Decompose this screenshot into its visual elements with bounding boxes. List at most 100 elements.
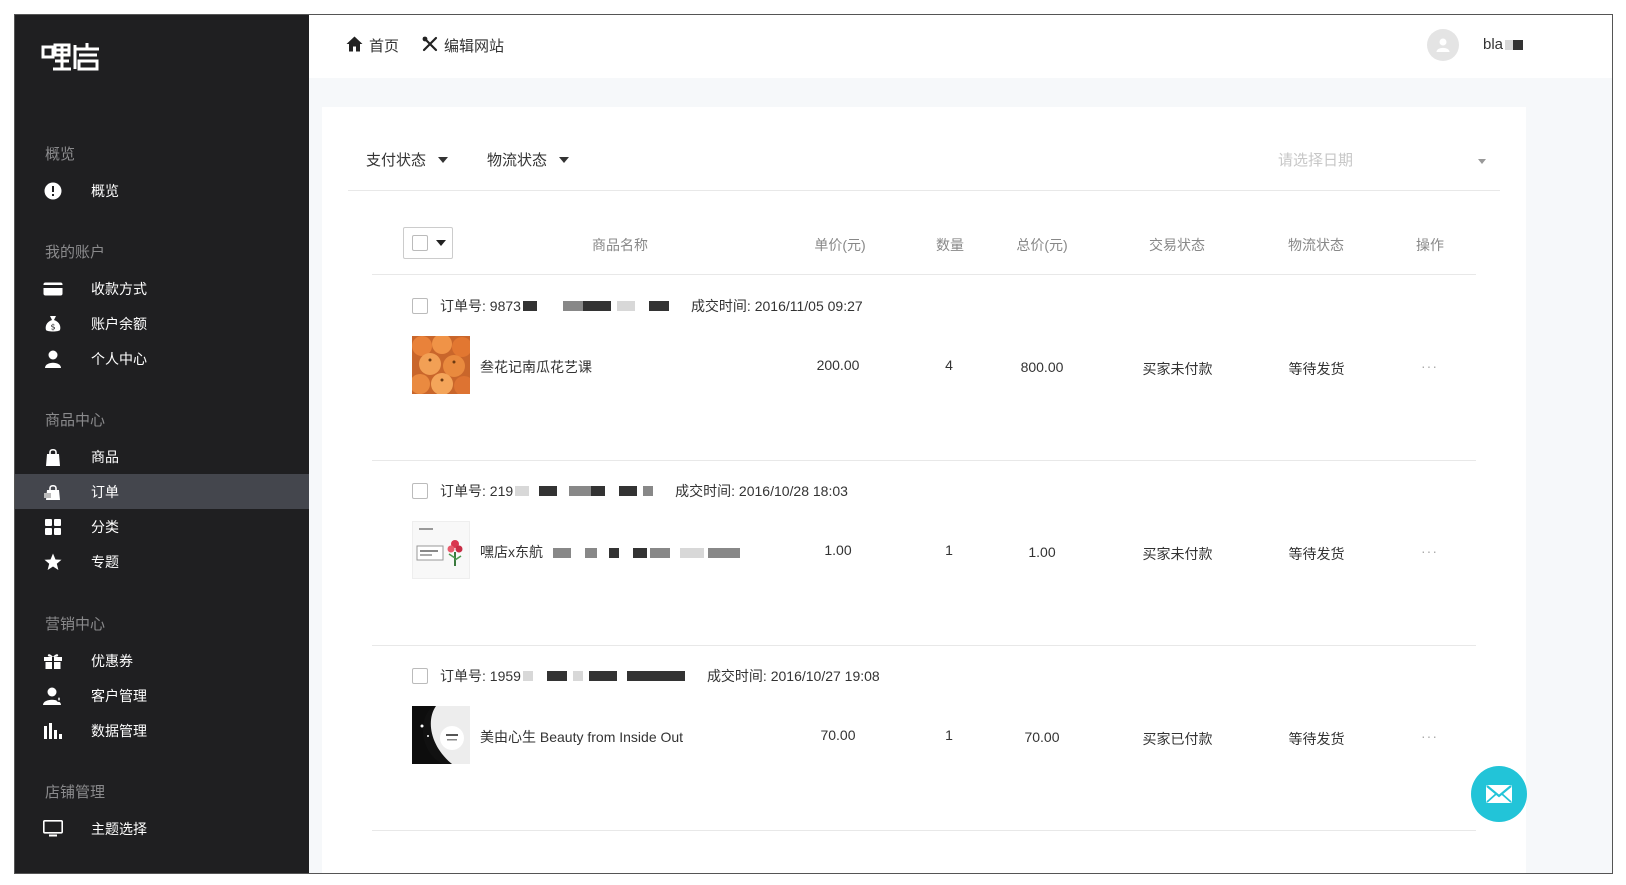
sidebar-item-label: 优惠券: [91, 652, 133, 669]
app-window: 概览 概览 我的账户 收款方式 $ 账户余额 个人中心 商品中心 商品 订单 分…: [14, 14, 1613, 874]
unit-price: 70.00: [820, 727, 856, 743]
orders-card: 支付状态 物流状态 请选择日期 商品名称 单价(元) 数量 总价(元) 交易状态…: [322, 107, 1526, 873]
sidebar-item-label: 主题选择: [91, 820, 147, 837]
star-icon: [39, 553, 67, 571]
sidebar-item-themes[interactable]: 主题选择: [15, 811, 309, 846]
shipping-status: 等待发货: [1288, 546, 1345, 562]
home-link[interactable]: 首页: [346, 35, 399, 56]
header-shipping-status: 物流状态: [1288, 237, 1344, 253]
total-price: 800.00: [1020, 359, 1064, 375]
home-icon: [346, 36, 369, 56]
order-header: 订单号: 219 成交时间: 2016/10/28 18:03: [412, 481, 848, 501]
redacted-block: [608, 548, 619, 559]
redacted-block: [632, 548, 647, 559]
bar-chart-icon: [39, 722, 67, 739]
order-header: 订单号: 9873 成交时间: 2016/11/05 09:27: [412, 296, 863, 316]
header-total: 总价(元): [1016, 237, 1068, 253]
redacted-block: [643, 486, 654, 496]
more-actions-button[interactable]: ···: [1421, 728, 1438, 744]
sidebar-item-products[interactable]: 商品: [15, 439, 309, 474]
home-label: 首页: [369, 38, 400, 55]
product-name[interactable]: 叁花记南瓜花艺课: [480, 357, 592, 377]
redacted-block: [562, 301, 583, 311]
shopping-bag-icon: [39, 448, 67, 466]
redacted-block: [572, 671, 583, 681]
username-text: bla: [1483, 36, 1504, 53]
order-row: 订单号: 9873 成交时间: 2016/11/05 09:27 叁花记南瓜花艺…: [372, 276, 1476, 461]
section-title-account: 我的账户: [45, 244, 106, 261]
sidebar-item-categories[interactable]: 分类: [15, 509, 309, 544]
caret-down-icon: [438, 156, 449, 163]
edit-site-link[interactable]: 编辑网站: [422, 35, 504, 56]
select-all-checkbox[interactable]: [412, 235, 428, 251]
redacted-block: [626, 671, 685, 681]
shipping-status-filter[interactable]: 物流状态: [487, 149, 570, 170]
more-actions-button[interactable]: ···: [1421, 358, 1438, 374]
sidebar-item-label: 账户余额: [91, 315, 147, 332]
product-thumbnail[interactable]: [412, 336, 470, 394]
username[interactable]: bla: [1483, 36, 1524, 53]
card-icon: [39, 282, 67, 296]
unit-price: 200.00: [816, 357, 860, 373]
sidebar-item-orders[interactable]: 订单: [15, 474, 309, 509]
header-actions: 操作: [1416, 237, 1444, 253]
monitor-icon: [39, 820, 67, 837]
order-checkbox[interactable]: [412, 298, 428, 314]
payment-status-filter[interactable]: 支付状态: [366, 149, 449, 170]
sidebar-item-overview[interactable]: 概览: [15, 173, 309, 208]
money-bag-icon: $: [39, 315, 67, 333]
order-header: 订单号: 1959 成交时间: 2016/10/27 19:08: [412, 666, 880, 686]
order-time: 成交时间: 2016/10/27 19:08: [706, 668, 880, 684]
redacted-block: [619, 486, 638, 496]
sidebar-item-payment-methods[interactable]: 收款方式: [15, 271, 309, 306]
redacted-block: [582, 301, 611, 311]
product-thumbnail[interactable]: [412, 706, 470, 764]
redacted-block: [708, 548, 741, 559]
quantity: 1: [945, 542, 953, 558]
orders-icon: [39, 483, 67, 501]
date-picker[interactable]: 请选择日期: [1278, 149, 1498, 170]
redacted-block: [546, 671, 567, 681]
sidebar-item-balance[interactable]: $ 账户余额: [15, 306, 309, 341]
sidebar-item-topics[interactable]: 专题: [15, 544, 309, 579]
order-checkbox[interactable]: [412, 483, 428, 499]
quantity: 1: [945, 727, 953, 743]
redacted-block: [616, 301, 635, 311]
redacted-block: [569, 486, 592, 496]
sidebar-item-data[interactable]: 数据管理: [15, 713, 309, 748]
order-checkbox[interactable]: [412, 668, 428, 684]
table-header: 商品名称 单价(元) 数量 总价(元) 交易状态 物流状态 操作: [372, 223, 1476, 275]
product-thumbnail[interactable]: [412, 521, 470, 579]
header-quantity: 数量: [936, 237, 964, 253]
order-number: 订单号: 9873: [440, 298, 521, 314]
sidebar-item-label: 订单: [91, 483, 119, 500]
sidebar: 概览 概览 我的账户 收款方式 $ 账户余额 个人中心 商品中心 商品 订单 分…: [15, 15, 309, 873]
user-avatar-icon: [1436, 38, 1450, 52]
redacted-block: [584, 548, 597, 559]
product-name-text: 嘿店x东航: [480, 544, 543, 560]
trade-status: 买家未付款: [1142, 361, 1213, 377]
sidebar-item-coupons[interactable]: 优惠券: [15, 643, 309, 678]
order-number: 订单号: 219: [440, 483, 514, 499]
shipping-status: 等待发货: [1288, 731, 1345, 747]
caret-down-icon: [436, 240, 446, 246]
redacted-block: [648, 301, 669, 311]
product-name[interactable]: 美由心生 Beauty from Inside Out: [480, 727, 683, 747]
info-icon: [39, 182, 67, 200]
trade-status: 买家未付款: [1142, 546, 1213, 562]
product-name[interactable]: 嘿店x东航: [480, 542, 741, 562]
more-actions-button[interactable]: ···: [1421, 543, 1438, 559]
sidebar-item-label: 概览: [91, 182, 119, 199]
select-all-dropdown[interactable]: [403, 227, 453, 259]
order-time: 成交时间: 2016/11/05 09:27: [690, 298, 863, 314]
shipping-status-label: 物流状态: [487, 152, 548, 169]
redacted-block: [680, 548, 705, 559]
sidebar-item-profile[interactable]: 个人中心: [15, 341, 309, 376]
brand-logo[interactable]: [41, 41, 101, 71]
sidebar-item-customers[interactable]: 客户管理: [15, 678, 309, 713]
avatar[interactable]: [1427, 29, 1459, 61]
section-title-overview: 概览: [45, 146, 76, 163]
section-title-store: 店铺管理: [45, 784, 106, 801]
message-button[interactable]: [1471, 766, 1527, 822]
trade-status: 买家已付款: [1142, 731, 1213, 747]
